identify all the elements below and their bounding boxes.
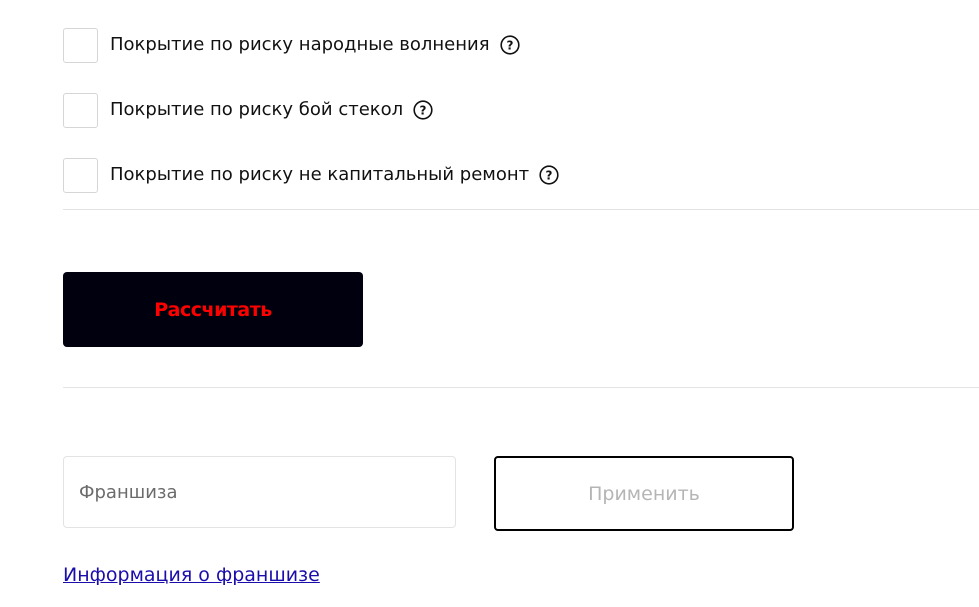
- question-circle-icon[interactable]: ?: [499, 35, 520, 55]
- insurance-options-page: Покрытие по риску народные волнения ? По…: [0, 0, 979, 607]
- coverage-option-repair[interactable]: Покрытие по риску не капитальный ремонт …: [63, 156, 559, 194]
- coverage-label-riots: Покрытие по риску народные волнения: [110, 34, 490, 55]
- coverage-label-repair: Покрытие по риску не капитальный ремонт: [110, 164, 530, 185]
- coverage-checkbox-glass[interactable]: [63, 92, 98, 128]
- apply-franchise-button[interactable]: Применить: [494, 456, 794, 531]
- coverage-option-riots[interactable]: Покрытие по риску народные волнения ?: [63, 26, 520, 64]
- franchise-info-link[interactable]: Информация о франшизе: [63, 563, 320, 587]
- section-divider: [63, 387, 979, 388]
- question-circle-icon[interactable]: ?: [539, 165, 559, 185]
- svg-text:?: ?: [420, 103, 427, 117]
- coverage-checkbox-repair[interactable]: [63, 157, 98, 193]
- calculate-button[interactable]: Рассчитать: [63, 272, 363, 347]
- question-circle-icon[interactable]: ?: [413, 100, 433, 120]
- svg-text:?: ?: [506, 38, 513, 52]
- svg-text:?: ?: [546, 168, 553, 182]
- coverage-checkbox-riots[interactable]: [63, 27, 98, 63]
- section-divider: [63, 209, 979, 210]
- coverage-label-glass: Покрытие по риску бой стекол: [110, 99, 404, 120]
- coverage-option-glass[interactable]: Покрытие по риску бой стекол ?: [63, 91, 433, 129]
- franchise-input[interactable]: [63, 456, 456, 528]
